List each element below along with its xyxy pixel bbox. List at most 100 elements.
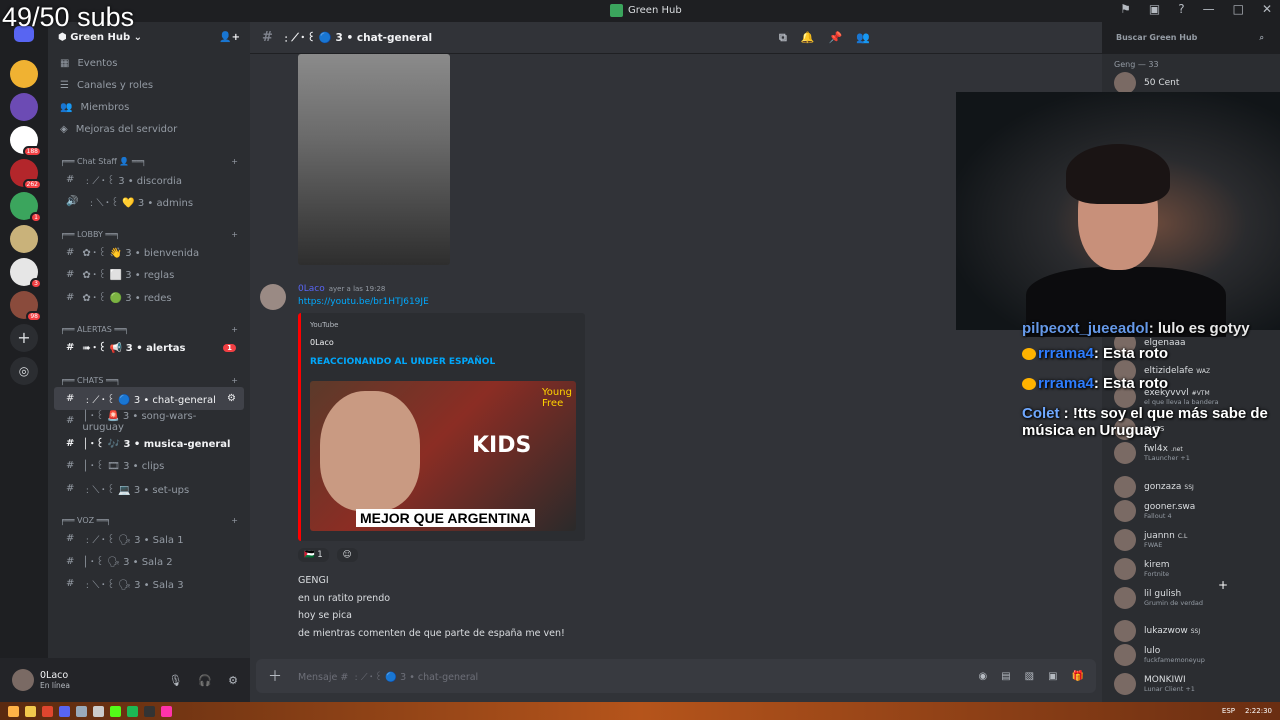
member-item[interactable]: juannn C.L FWAE [1114,529,1187,551]
discord-taskbar-icon[interactable] [59,705,70,717]
embed-author[interactable]: 0Laco [310,338,334,347]
message-author[interactable]: 0Laco ayer a las 19:28 [298,284,385,294]
channel-settings-icon[interactable]: ⚙ [227,393,236,404]
app-icon[interactable] [161,705,172,717]
member-name-text: lulo [1144,646,1161,656]
menu-boosts[interactable]: ◈ Mejoras del servidor [48,118,250,140]
message-composer[interactable]: ＋ Mensaje # ﹕⟋・꒰ 🔵 3 • chat-general ◉ ▤ … [256,659,1096,693]
threads-icon[interactable]: ⧉ [779,31,787,45]
spotify-icon[interactable] [127,705,138,717]
notification-bell-icon[interactable]: 🔔 [801,31,815,45]
member-item[interactable]: lil gulish Grumin de verdad [1114,587,1203,609]
channel-item[interactable]: # ✿・꒰ ⬜ 3 • reglas [54,264,244,287]
start-icon[interactable] [8,705,19,717]
channel-item[interactable]: # │・꒰ 🚨 3 • song-wars-uruguay [54,410,244,433]
maximize-button[interactable]: □ [1233,2,1244,16]
add-reaction-icon[interactable]: ☺ [336,548,358,562]
add-channel-icon[interactable]: + [231,157,238,166]
server-icon-button[interactable] [10,93,38,121]
channel-item[interactable]: # ﹕⟋・꒰ 🗣 3 • Sala 1 [54,528,244,551]
pin-icon[interactable]: 📌 [829,31,843,45]
add-channel-icon[interactable]: + [231,325,238,334]
sticker-icon[interactable]: ▧ [1025,671,1034,682]
channel-item[interactable]: # ➠・꒰ 📢 3 • alertas 1 [54,337,244,360]
channel-item[interactable]: # │・꒰ 🎶 3 • musica-general [54,432,244,455]
member-item[interactable]: gonzaza SSJ [1114,476,1194,498]
reaction-flag[interactable]: 🇵🇸 1 [298,548,329,562]
channel-item[interactable]: # ﹕⟋・꒰ 3 • discordia [54,168,244,191]
apps-icon[interactable]: ◉ [978,671,987,682]
channel-category[interactable]: ╒══ CHATS ══╕ + [48,373,250,387]
search-input[interactable]: Buscar Green Hub ⌕ [1110,29,1270,47]
channel-category[interactable]: ╒══ LOBBY ══╕ + [48,227,250,241]
message-avatar[interactable] [260,284,286,310]
gif-icon[interactable]: ▤ [1001,671,1010,682]
settings-gear-icon[interactable]: ⚙ [228,674,238,687]
server-icon-button[interactable] [10,225,38,253]
embed-title[interactable]: REACCIONANDO AL UNDER ESPAÑOL [310,357,495,367]
member-name-text: 50 Cent [1144,78,1180,88]
server-icon-button[interactable]: 188 [10,126,42,157]
member-item[interactable]: gooner.swa Fallout 4 [1114,500,1195,522]
server-icon-button[interactable]: 3 [10,258,42,289]
channel-item[interactable]: 🔊 ﹕⟍・꒰ 💛 3 • admins [54,191,244,214]
channel-category[interactable]: ╒══ VOZ ══╕ + [48,514,250,528]
channel-item[interactable]: # ﹕⟍・꒰ 💻 3 • set-ups [54,477,244,500]
headphones-icon[interactable]: 🎧 [198,674,212,687]
close-button[interactable]: ✕ [1262,2,1272,16]
kick-icon[interactable] [110,705,121,717]
member-activity: TLauncher +1 [1144,454,1190,462]
stream-chat-text: : Esta roto [1093,345,1169,362]
add-server-button[interactable]: + [10,324,38,352]
channel-item[interactable]: # │・꒰ 🗣 3 • Sala 2 [54,550,244,573]
gift-icon[interactable]: 🎁 [1072,671,1084,682]
member-item[interactable]: lulo fuckfamemoneyup [1114,644,1205,666]
image-attachment[interactable] [298,54,450,265]
add-channel-icon[interactable]: + [231,230,238,239]
member-item[interactable]: 50 Cent [1114,72,1179,94]
menu-members[interactable]: 👥 Miembros [48,96,250,118]
add-channel-icon[interactable]: + [231,376,238,385]
stream-chat-text: : !tts soy el que más sabe de música en … [1022,405,1268,439]
member-list-icon[interactable]: 👥 [856,31,870,45]
user-avatar[interactable] [12,669,34,691]
video-thumbnail[interactable]: KIDS Young Free MEJOR QUE ARGENTINA [310,381,576,531]
chrome-icon[interactable] [93,705,104,717]
explore-servers-button[interactable]: ◎ [10,357,38,385]
channel-item[interactable]: # ﹕⟍・꒰ 🗣 3 • Sala 3 [54,573,244,596]
channel-item[interactable]: # ✿・꒰ 👋 3 • bienvenida [54,241,244,264]
add-channel-icon[interactable]: + [231,516,238,525]
tray-language[interactable]: ESP [1222,707,1235,715]
files-icon[interactable] [76,705,87,717]
channel-label: ﹕⟋・꒰ 🔵 3 • chat-general [82,394,216,406]
invite-people-icon[interactable]: 👤+ [219,32,240,43]
inbox-icon[interactable]: ▣ [1149,2,1160,16]
minimize-button[interactable]: — [1203,2,1215,16]
member-activity: Lunar Client +1 [1144,685,1195,693]
member-item[interactable]: MONKIWI Lunar Client +1 [1114,673,1195,695]
attach-plus-icon[interactable]: ＋ [268,666,282,686]
folder-icon[interactable] [25,705,36,717]
channel-item-content: # ✿・꒰ 🟢 3 • redes [66,291,172,304]
browser-icon[interactable] [42,705,53,717]
message-link[interactable]: https://youtu.be/br1HTJ619JE [298,297,429,307]
member-item[interactable]: kirem Fortnite [1114,558,1170,580]
inbox-flag-icon[interactable]: ⚑ [1120,2,1131,16]
channel-item[interactable]: # │・꒰ 🎞 3 • clips [54,455,244,478]
help-icon[interactable]: ? [1178,2,1184,16]
server-icon-button[interactable]: 262 [10,159,42,190]
channel-item[interactable]: # ✿・꒰ 🟢 3 • redes [54,286,244,309]
server-icon-button[interactable] [10,60,38,88]
app-icon[interactable] [144,705,155,717]
emoji-icon[interactable]: ▣ [1048,671,1057,682]
microphone-icon[interactable]: 🎙 [168,674,182,687]
member-item[interactable]: lukazwow SSJ [1114,620,1200,642]
server-icon-button[interactable]: 98 [10,291,42,322]
server-icon-button[interactable]: 1 [10,192,42,223]
channel-item[interactable]: # ﹕⟋・꒰ 🔵 3 • chat-general ⚙ [54,387,244,410]
tray-clock[interactable]: 2:22:30 [1245,707,1272,715]
menu-events[interactable]: ▦ Eventos [48,52,250,74]
channel-category[interactable]: ╒══ ALERTAS ══╕ + [48,323,250,337]
menu-channels-roles[interactable]: ☰ Canales y roles [48,74,250,96]
channel-category[interactable]: ╒══ Chat Staff 👤 ══╕ + [48,154,250,168]
